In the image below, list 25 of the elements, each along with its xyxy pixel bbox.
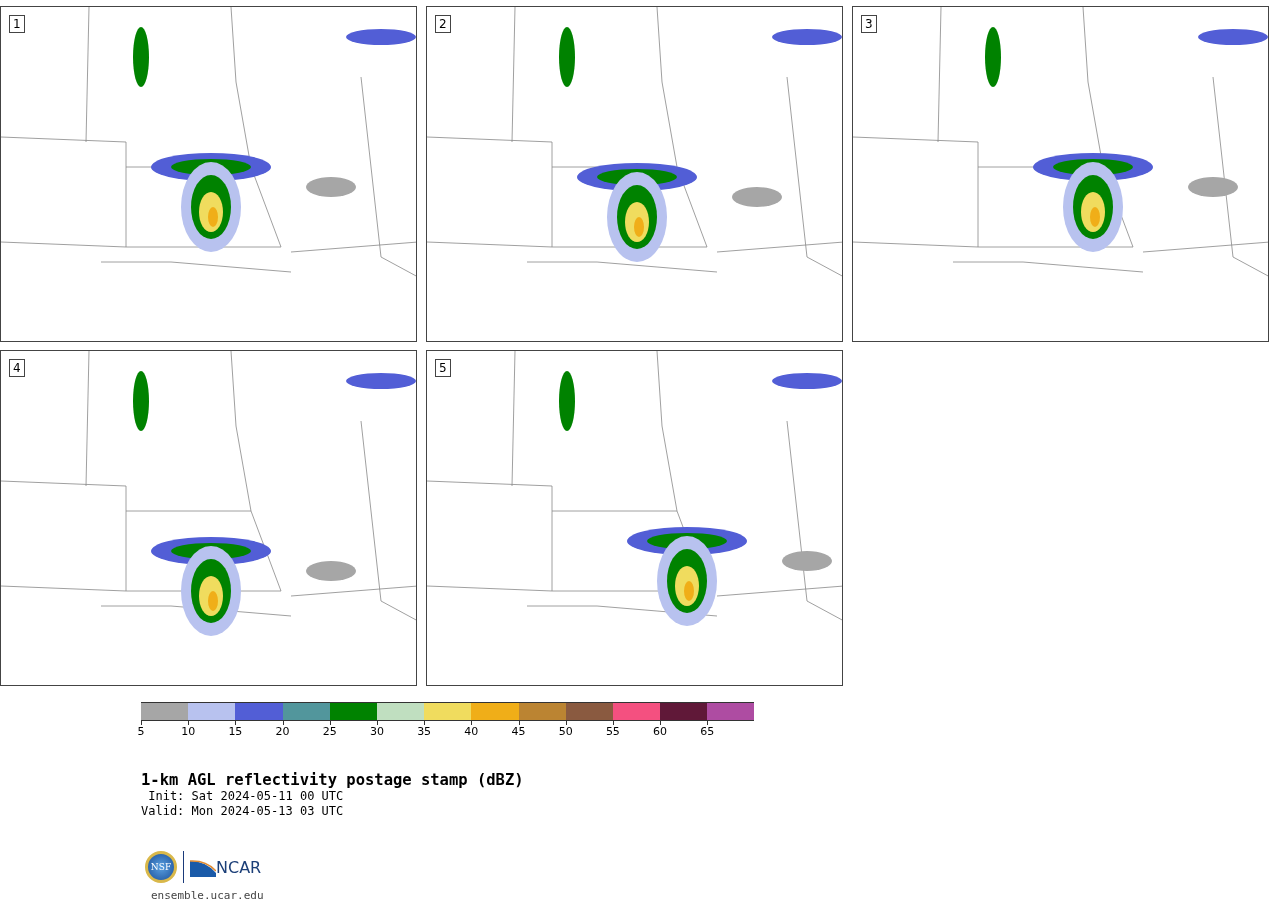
- website-link[interactable]: ensemble.ucar.edu: [151, 889, 1280, 901]
- tick-label: 35: [417, 725, 432, 738]
- tick-label: 55: [605, 725, 620, 738]
- chart-title: 1-km AGL reflectivity postage stamp (dBZ): [141, 771, 525, 789]
- tick-label: 65: [700, 725, 715, 738]
- valid-time: Valid: Mon 2024-05-13 03 UTC: [141, 804, 345, 819]
- tick-label: 50: [558, 725, 573, 738]
- ncar-logo: NCAR: [216, 857, 262, 877]
- nsf-logo: NSF: [145, 851, 177, 883]
- swoosh-icon: [190, 858, 216, 877]
- tick-label: 15: [228, 725, 243, 738]
- panel-number: 1: [9, 15, 25, 33]
- tick-label: 20: [275, 725, 290, 738]
- tick-label: 10: [181, 725, 196, 738]
- panel-number: 5: [435, 359, 451, 377]
- init-time: Init: Sat 2024-05-11 00 UTC: [147, 789, 345, 804]
- tick-label: 60: [653, 725, 668, 738]
- tick-label: 30: [369, 725, 384, 738]
- tick-label: 5: [137, 725, 145, 738]
- panel-number: 3: [861, 15, 877, 33]
- panel-number: 2: [435, 15, 451, 33]
- tick-label: 45: [511, 725, 526, 738]
- panel-number: 4: [9, 359, 25, 377]
- tick-label: 40: [464, 725, 479, 738]
- tick-label: 25: [322, 725, 337, 738]
